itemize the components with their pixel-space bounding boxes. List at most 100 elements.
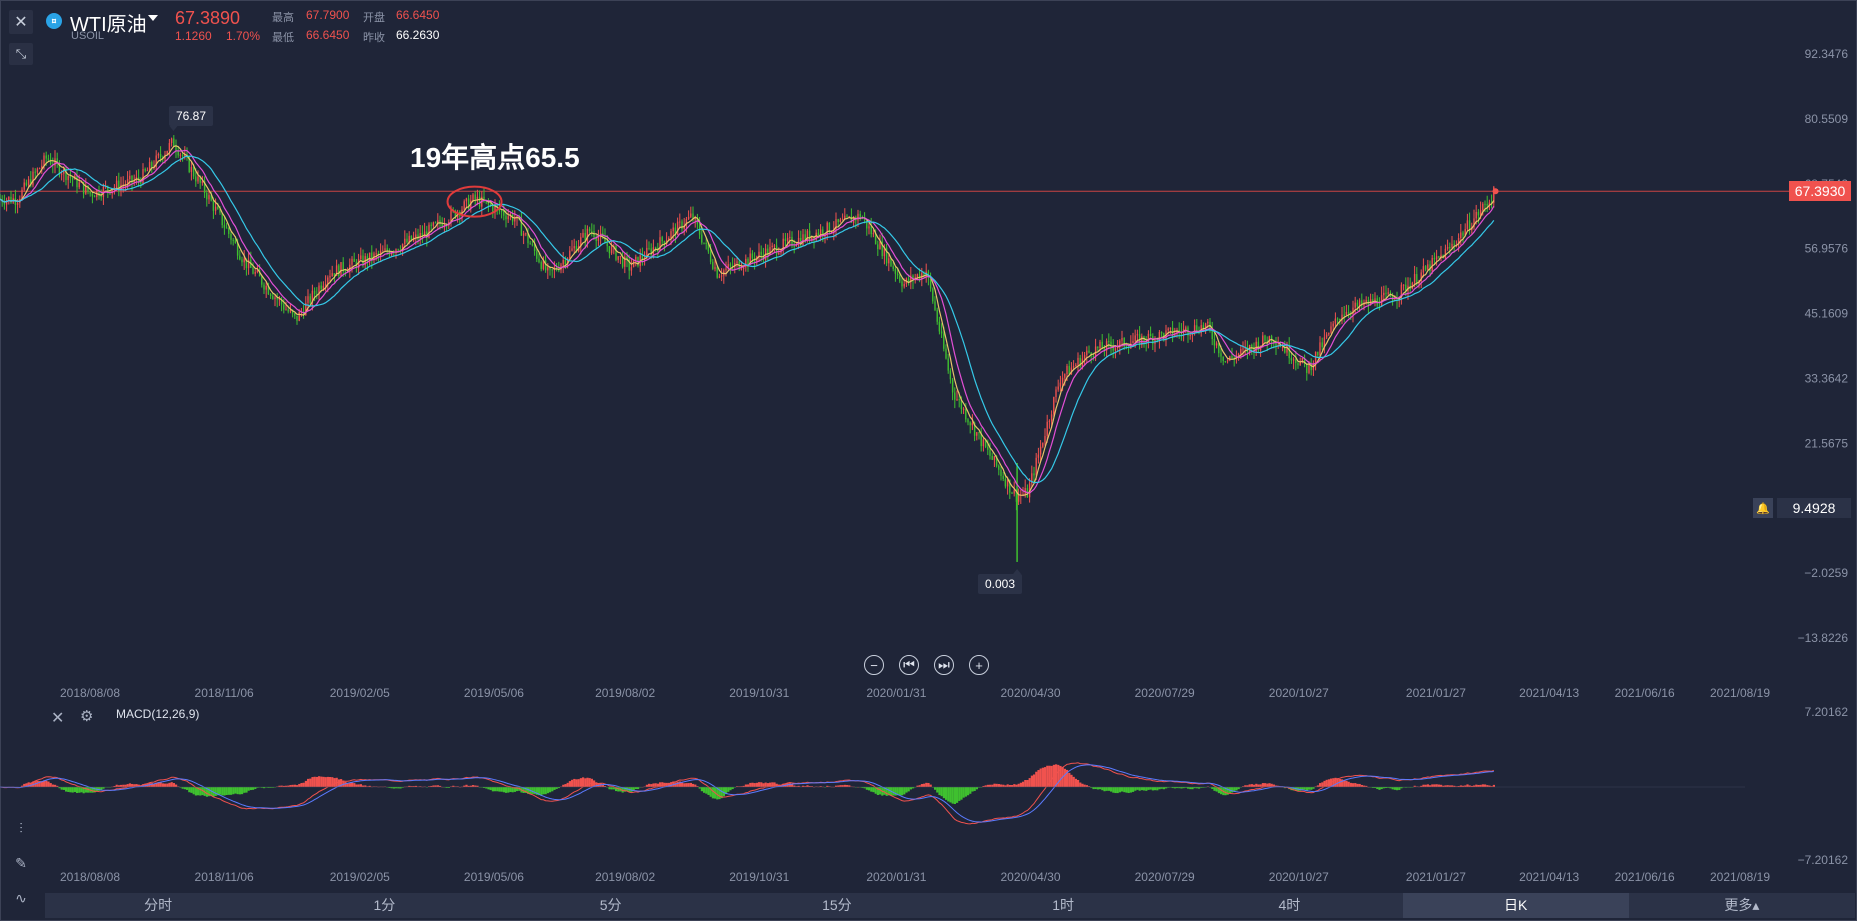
price-chart[interactable]: 92.347680.550968.754256.957645.160933.36… (0, 0, 1857, 921)
high-callout-pointer (169, 126, 178, 131)
candle-body (195, 176, 197, 182)
tab-3[interactable]: 5分 (498, 893, 724, 918)
macd-x-tick-label: 2021/01/27 (1406, 870, 1466, 884)
tab-7[interactable]: 日K (1402, 893, 1629, 918)
skip-forward-button[interactable]: ⏭ (934, 655, 954, 675)
candle-body (1160, 332, 1163, 334)
macd-histogram-bar (753, 783, 756, 787)
macd-histogram-bar (1466, 784, 1469, 787)
macd-histogram-bar (223, 787, 226, 796)
macd-histogram-bar (509, 787, 512, 793)
candle-body (1444, 248, 1447, 259)
macd-histogram-bar (956, 787, 959, 803)
candle-body (606, 243, 608, 246)
candle-body (1046, 421, 1048, 436)
macd-histogram-bar (901, 787, 904, 796)
candle-body (419, 233, 421, 240)
macd-histogram-bar (551, 787, 554, 792)
macd-histogram-bar (898, 787, 901, 796)
candle-body (687, 216, 690, 220)
skip-back-button[interactable]: ⏮ (899, 655, 919, 675)
macd-histogram-bar (1257, 784, 1260, 787)
zoom-out-button[interactable]: − (864, 655, 884, 675)
macd-histogram-bar (1127, 787, 1130, 794)
macd-histogram-bar (991, 784, 994, 787)
macd-histogram-bar (357, 784, 360, 787)
macd-histogram-bar (645, 784, 648, 787)
macd-histogram-bar (67, 787, 70, 792)
moving-average-line (0, 149, 1495, 494)
macd-histogram-bar (320, 776, 323, 787)
macd-histogram-bar (1261, 783, 1264, 787)
macd-histogram-bar (553, 787, 556, 790)
candle-body (654, 247, 657, 249)
macd-histogram-bar (1479, 784, 1482, 787)
macd-histogram-bar (568, 781, 571, 787)
candle-body (1451, 243, 1453, 248)
macd-histogram-bar (949, 787, 952, 803)
candle-body (146, 170, 149, 172)
candle-body (846, 215, 848, 217)
bell-icon[interactable]: 🔔 (1753, 498, 1773, 518)
zoom-in-button[interactable]: + (969, 655, 989, 675)
macd-histogram-bar (905, 787, 908, 793)
macd-histogram-bar (190, 787, 193, 793)
macd-histogram-bar (973, 787, 976, 791)
macd-histogram-bar (731, 787, 734, 790)
line-chart-icon[interactable]: ∿ (9, 886, 33, 910)
candle-body (1339, 319, 1341, 321)
indicator-icon[interactable]: ⫶ (9, 816, 33, 840)
alert-value[interactable]: 9.4928 (1777, 498, 1851, 518)
candle-body (142, 168, 144, 184)
pencil-icon[interactable]: ✎ (9, 851, 33, 875)
macd-histogram-bar (166, 783, 169, 787)
macd-x-tick-label: 2021/08/19 (1710, 870, 1770, 884)
gear-icon[interactable]: ⚙ (80, 707, 93, 725)
candle-body (351, 258, 353, 265)
tab-2[interactable]: 1分 (271, 893, 497, 918)
candle-body (1332, 323, 1334, 327)
macd-histogram-bar (1424, 784, 1427, 787)
candle-body (478, 196, 481, 207)
macd-histogram-bar (747, 784, 750, 787)
macd-x-tick-label: 2020/10/27 (1269, 870, 1329, 884)
macd-histogram-bar (588, 778, 591, 787)
candle-body (1460, 232, 1462, 238)
tab-4[interactable]: 15分 (724, 893, 950, 918)
candle-body (263, 284, 265, 290)
macd-histogram-bar (73, 787, 76, 793)
candle-body (1086, 350, 1088, 356)
macd-x-tick-label: 2018/08/08 (60, 870, 120, 884)
x-tick-label: 2018/08/08 (60, 686, 120, 700)
macd-histogram-bar (62, 787, 65, 790)
macd-histogram-bar (1134, 787, 1137, 791)
candle-body (283, 304, 285, 310)
candle-body (1132, 341, 1134, 344)
x-tick-label: 2020/04/30 (1000, 686, 1060, 700)
candle-body (729, 264, 732, 266)
y-tick-label: 45.1609 (1805, 307, 1849, 321)
macd-histogram-bar (762, 783, 765, 787)
candle-body (872, 233, 875, 235)
candle-body (1097, 346, 1099, 349)
tab-8[interactable]: 更多▴ (1629, 893, 1855, 918)
macd-histogram-bar (1026, 780, 1029, 787)
macd-histogram-bar (788, 783, 791, 787)
candle-body (1068, 365, 1070, 375)
macd-histogram-bar (309, 778, 312, 787)
candle-body (709, 251, 712, 262)
candle-body (1446, 247, 1449, 249)
x-tick-label: 2018/11/06 (195, 686, 254, 700)
macd-histogram-bar (909, 787, 912, 790)
candle-body (91, 193, 94, 197)
macd-histogram-bar (577, 779, 580, 787)
candle-body (415, 234, 417, 238)
macd-histogram-bar (1158, 787, 1161, 790)
tab-5[interactable]: 1时 (950, 893, 1176, 918)
tab-1[interactable]: 分时 (45, 893, 271, 918)
candle-body (877, 244, 879, 250)
close-icon[interactable]: ✕ (51, 708, 64, 728)
tab-6[interactable]: 4时 (1176, 893, 1402, 918)
macd-histogram-bar (1083, 784, 1086, 787)
candle-body (1354, 302, 1356, 308)
